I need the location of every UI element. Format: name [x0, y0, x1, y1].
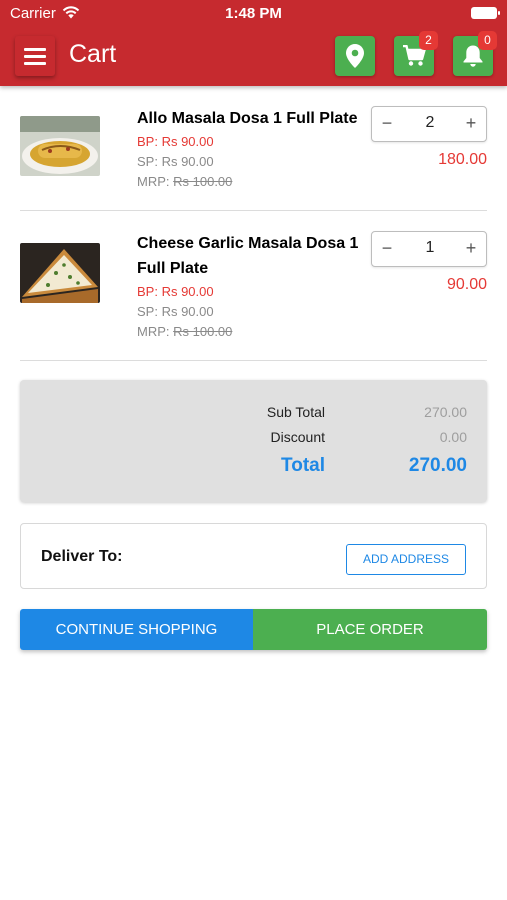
product-image	[20, 243, 100, 303]
cart-item: Allo Masala Dosa 1 Full Plate BP: Rs 90.…	[20, 86, 487, 211]
checkout-actions: CONTINUE SHOPPING PLACE ORDER	[20, 609, 487, 650]
increase-quantity-button[interactable]: +	[461, 238, 481, 259]
item-mrp-label: MRP:	[137, 174, 174, 189]
item-mrp-label: MRP:	[137, 324, 174, 339]
cart-item: Cheese Garlic Masala Dosa 1 Full Plate B…	[20, 211, 487, 361]
deliver-to-label: Deliver To:	[41, 548, 123, 565]
item-name[interactable]: Cheese Garlic Masala Dosa 1 Full Plate	[137, 231, 367, 281]
status-bar: Carrier 1:48 PM	[0, 0, 507, 28]
app-bar: Carrier 1:48 PM Cart 2 0	[0, 0, 507, 86]
item-mrp-value: Rs 100.00	[173, 324, 233, 339]
quantity-stepper: − 1 +	[371, 231, 487, 267]
menu-button[interactable]	[15, 36, 55, 76]
total-value: 270.00	[408, 455, 467, 476]
product-image	[20, 116, 100, 176]
item-sp: SP: Rs 90.00	[137, 154, 214, 169]
item-name[interactable]: Allo Masala Dosa 1 Full Plate	[137, 106, 367, 131]
menu-icon	[24, 47, 46, 51]
quantity-stepper: − 2 +	[371, 106, 487, 142]
item-bp: BP: Rs 90.00	[137, 134, 214, 149]
subtotal-label: Sub Total	[266, 404, 325, 420]
location-button[interactable]	[335, 36, 375, 76]
item-mrp: MRP: Rs 100.00	[137, 174, 232, 189]
item-bp: BP: Rs 90.00	[137, 284, 214, 299]
item-line-total: 180.00	[438, 151, 487, 168]
cart-button[interactable]: 2	[394, 31, 438, 76]
notifications-button[interactable]: 0	[453, 31, 497, 76]
map-marker-icon	[346, 44, 364, 68]
add-address-button[interactable]: ADD ADDRESS	[346, 544, 466, 575]
discount-label: Discount	[270, 429, 325, 445]
item-line-total: 90.00	[446, 276, 487, 293]
notification-count-badge: 0	[478, 31, 497, 50]
battery-icon	[471, 7, 500, 19]
status-time: 1:48 PM	[225, 5, 282, 22]
item-sp: SP: Rs 90.00	[137, 304, 214, 319]
item-mrp: MRP: Rs 100.00	[137, 324, 232, 339]
order-summary: Sub Total 270.00 Discount 0.00 Total 270…	[20, 380, 487, 502]
page-title: Cart	[69, 40, 117, 68]
discount-value: 0.00	[439, 429, 467, 445]
delivery-section: Deliver To: ADD ADDRESS	[20, 523, 487, 589]
increase-quantity-button[interactable]: +	[461, 113, 481, 134]
subtotal-value: 270.00	[424, 404, 467, 420]
cart-count-badge: 2	[419, 31, 438, 50]
place-order-button[interactable]: PLACE ORDER	[253, 609, 487, 650]
item-mrp-value: Rs 100.00	[173, 174, 233, 189]
total-label: Total	[281, 455, 325, 476]
continue-shopping-button[interactable]: CONTINUE SHOPPING	[20, 609, 253, 650]
